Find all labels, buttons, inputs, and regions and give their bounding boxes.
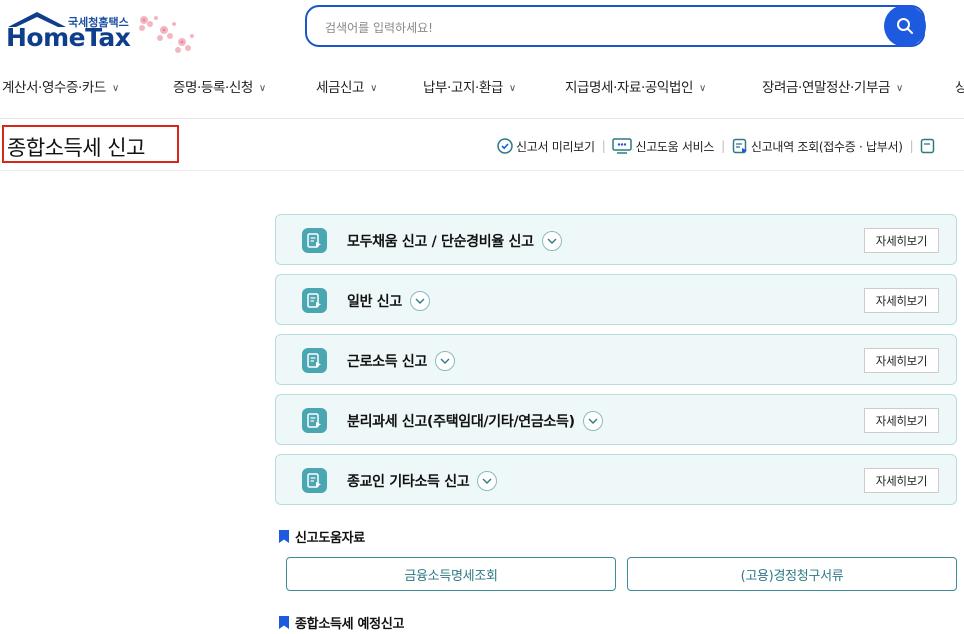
logo-text: HomeTax <box>6 23 131 52</box>
document-icon <box>302 348 327 373</box>
nav-divider <box>0 118 964 119</box>
document-icon <box>302 408 327 433</box>
more-link-icon[interactable] <box>920 138 936 154</box>
nav-item-tax-filing[interactable]: 세금신고 ∨ <box>316 76 377 96</box>
filing-option-general[interactable]: 일반 신고 자세히보기 <box>275 274 957 325</box>
preview-link-label: 신고서 미리보기 <box>516 139 595 154</box>
utility-links: 신고서 미리보기 | 신고도움 서비스 | 신고내역 조회(접수증 · 납부서)… <box>497 136 939 156</box>
filing-option-label: 모두채움 신고 / 단순경비율 신고 <box>347 231 562 251</box>
nav-item-payment[interactable]: 납부·고지·환급 ∨ <box>423 76 516 96</box>
page-title-highlight: 종합소득세 신고 <box>2 125 179 163</box>
filing-option-title: 분리과세 신고(주택임대/기타/연금소득) <box>347 414 575 430</box>
document-icon <box>302 228 327 253</box>
filing-options-list: 모두채움 신고 / 단순경비율 신고 자세히보기 일반 신고 자세히보기 근로소… <box>275 214 957 514</box>
chevron-down-icon: ∨ <box>370 83 378 94</box>
history-link[interactable]: 신고내역 조회(접수증 · 납부서) <box>732 138 903 155</box>
nav-item-label: 장려금·연말정산·기부금 <box>762 80 890 96</box>
help-monitor-icon <box>612 138 633 154</box>
filing-option-title: 모두채움 신고 / 단순경비율 신고 <box>347 234 534 250</box>
nav-item-incentives[interactable]: 장려금·연말정산·기부금 ∨ <box>762 76 903 96</box>
help-service-label: 신고도움 서비스 <box>635 139 715 154</box>
nav-item-more[interactable]: 상 <box>955 76 964 96</box>
chevron-down-icon[interactable] <box>582 411 603 431</box>
detail-button[interactable]: 자세히보기 <box>864 228 939 253</box>
hometax-logo[interactable]: 국세청홈택스 HomeTax <box>2 4 202 54</box>
nav-item-label: 세금신고 <box>316 80 365 96</box>
search-icon <box>897 18 913 34</box>
filing-option-title: 근로소득 신고 <box>347 354 428 370</box>
filing-option-earned-income[interactable]: 근로소득 신고 자세히보기 <box>275 334 957 385</box>
history-icon <box>732 138 747 154</box>
filing-option-label: 종교인 기타소득 신고 <box>347 471 498 491</box>
cherry-blossom-icon <box>139 16 194 53</box>
chevron-down-icon: ∨ <box>111 83 119 94</box>
correction-claim-docs-button[interactable]: (고용)경정청구서류 <box>627 557 957 591</box>
nav-item-label: 증명·등록·신청 <box>173 80 253 96</box>
filing-option-prefilled[interactable]: 모두채움 신고 / 단순경비율 신고 자세히보기 <box>275 214 957 265</box>
nav-item-label: 납부·고지·환급 <box>423 80 503 96</box>
filing-option-title: 종교인 기타소득 신고 <box>347 474 470 490</box>
nav-item-label: 계산서·영수증·카드 <box>2 80 106 96</box>
nav-item-label: 상 <box>955 80 964 96</box>
link-divider: | <box>601 139 606 153</box>
nav-item-label: 지급명세·자료·공익법인 <box>565 80 693 96</box>
forecast-section-label: 종합소득세 예정신고 <box>295 617 405 632</box>
chevron-down-icon[interactable] <box>409 291 430 311</box>
search-button[interactable] <box>884 5 926 47</box>
search-input[interactable]: 검색어를 입력하세요! <box>305 5 925 47</box>
preview-icon <box>497 138 513 154</box>
detail-button[interactable]: 자세히보기 <box>864 348 939 373</box>
chevron-down-icon: ∨ <box>895 83 903 94</box>
filing-option-separate-taxation[interactable]: 분리과세 신고(주택임대/기타/연금소득) 자세히보기 <box>275 394 957 445</box>
filing-option-religious-income[interactable]: 종교인 기타소득 신고 자세히보기 <box>275 454 957 505</box>
nav-item-certificate[interactable]: 증명·등록·신청 ∨ <box>173 76 266 96</box>
title-divider <box>0 170 964 171</box>
filing-option-label: 일반 신고 <box>347 291 430 311</box>
document-icon <box>302 468 327 493</box>
bookmark-icon <box>279 530 289 543</box>
help-service-link[interactable]: 신고도움 서비스 <box>612 138 714 155</box>
nav-item-invoice[interactable]: 계산서·영수증·카드 ∨ <box>2 76 119 96</box>
help-section-title: 신고도움자료 <box>279 527 365 546</box>
filing-option-label: 근로소득 신고 <box>347 351 456 371</box>
page-title: 종합소득세 신고 <box>7 136 145 160</box>
main-nav: 계산서·영수증·카드 ∨ 증명·등록·신청 ∨ 세금신고 ∨ 납부·고지·환급 ∨ 지급… <box>0 68 964 104</box>
detail-button[interactable]: 자세히보기 <box>864 468 939 493</box>
chevron-down-icon[interactable] <box>541 231 562 251</box>
filing-option-title: 일반 신고 <box>347 294 402 310</box>
chevron-down-icon[interactable] <box>435 351 456 371</box>
help-section-label: 신고도움자료 <box>295 531 365 546</box>
preview-link[interactable]: 신고서 미리보기 <box>497 138 595 155</box>
financial-income-lookup-button[interactable]: 금융소득명세조회 <box>286 557 616 591</box>
link-divider: | <box>721 139 725 153</box>
history-link-label: 신고내역 조회(접수증 · 납부서) <box>750 139 903 154</box>
detail-button[interactable]: 자세히보기 <box>864 408 939 433</box>
link-divider: | <box>909 139 914 153</box>
search-placeholder: 검색어를 입력하세요! <box>325 21 433 35</box>
chevron-down-icon: ∨ <box>698 83 706 94</box>
bookmark-icon <box>279 616 289 629</box>
document-icon <box>302 288 327 313</box>
chevron-down-icon[interactable] <box>477 471 498 491</box>
filing-option-label: 분리과세 신고(주택임대/기타/연금소득) <box>347 411 603 431</box>
chevron-down-icon: ∨ <box>508 83 516 94</box>
nav-item-statements[interactable]: 지급명세·자료·공익법인 ∨ <box>565 76 706 96</box>
forecast-section-title: 종합소득세 예정신고 <box>279 613 404 632</box>
detail-button[interactable]: 자세히보기 <box>864 288 939 313</box>
chevron-down-icon: ∨ <box>258 83 266 94</box>
